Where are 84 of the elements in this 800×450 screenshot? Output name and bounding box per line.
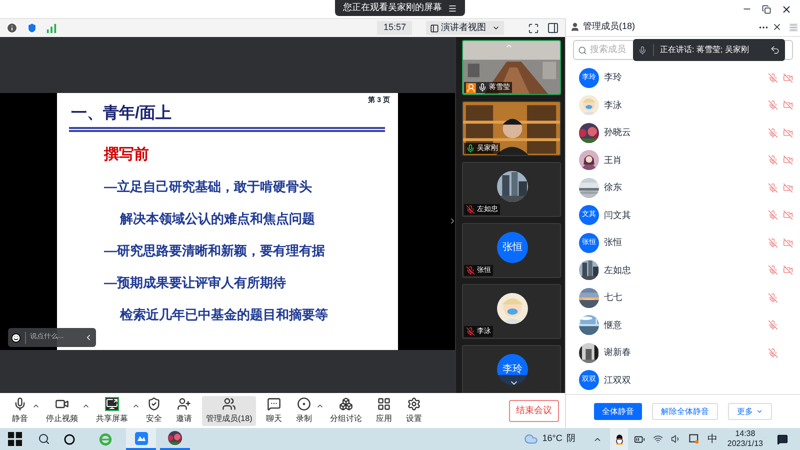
speaker-icon[interactable]	[671, 434, 682, 444]
close-icon[interactable]	[781, 4, 792, 14]
member-name[interactable]: 张恒	[604, 236, 622, 250]
toolbar-button[interactable]: 邀请	[172, 396, 196, 426]
restore-icon[interactable]	[762, 4, 771, 14]
clock[interactable]: 14:38 2023/1/13	[727, 429, 763, 449]
member-name[interactable]: 七七	[604, 291, 622, 304]
slide-heading: 撰写前	[104, 145, 150, 164]
search-icon	[578, 46, 587, 54]
panel-title: 管理成员(18)	[583, 20, 636, 34]
info-icon[interactable]	[6, 22, 18, 34]
mic-icon	[638, 46, 647, 54]
avatar: 张恒	[497, 232, 528, 263]
member-name[interactable]: 谢新春	[604, 346, 631, 360]
toolbar-button[interactable]: 管理成员(18)	[202, 396, 256, 426]
member-name[interactable]: 闫文其	[604, 208, 631, 222]
layout-icon	[430, 24, 439, 32]
slide-text: 解决本领域公认的难点和焦点问题	[120, 210, 316, 228]
slide-text: 检索近几年已中基金的题目和摘要等	[120, 306, 328, 324]
panel-button[interactable]: 全体静音	[594, 403, 642, 420]
meeting-app-icon[interactable]	[134, 432, 148, 444]
chat-icon	[267, 396, 282, 410]
toolbar-button[interactable]: 共享屏幕	[92, 396, 132, 426]
search-field[interactable]: 搜索成员 正在讲话: 蒋雪莹; 吴家刚	[573, 40, 793, 60]
camera-tray-icon[interactable]	[689, 434, 700, 444]
member-name[interactable]: 徐东	[604, 181, 622, 194]
shield-icon[interactable]	[26, 22, 38, 34]
blocks-icon	[339, 396, 354, 410]
fullscreen-icon[interactable]	[528, 22, 539, 34]
wifi-icon[interactable]	[653, 434, 664, 444]
slide-text: —研究思路要清晰和新颖，要有理有据	[104, 242, 326, 260]
toolbar-button[interactable]: 分组讨论	[326, 396, 366, 426]
end-meeting-button[interactable]: 结束会议	[509, 400, 559, 422]
banner-text: 您正在观看吴家刚的屏幕	[343, 1, 442, 14]
toolbar-button[interactable]: 停止视频	[42, 396, 82, 426]
member-name[interactable]: 李玲	[604, 71, 622, 84]
return-arrow-icon[interactable]	[770, 45, 780, 55]
circle-icon[interactable]	[64, 434, 75, 444]
collapse-icon[interactable]	[84, 333, 93, 342]
caret-icon	[492, 24, 500, 32]
search-icon[interactable]	[38, 433, 50, 445]
temperature: 16°C	[542, 432, 562, 446]
member-name[interactable]: 李泳	[604, 98, 622, 112]
member-name[interactable]: 王肖	[604, 154, 622, 167]
person-icon	[570, 22, 580, 32]
side-panel-icon[interactable]	[547, 22, 559, 34]
speaking-text: 正在讲话: 蒋雪莹; 吴家刚	[660, 44, 749, 56]
slide-title: 一、青年/面上	[71, 104, 172, 124]
member-name[interactable]: 江双双	[604, 374, 631, 387]
toolbar-button[interactable]: 安全	[142, 396, 166, 426]
toolbar-button[interactable]: 设置	[402, 396, 426, 426]
member-name[interactable]: 孙晓云	[604, 126, 631, 140]
penguin-icon[interactable]	[614, 434, 624, 444]
member-name[interactable]: 惬意	[604, 318, 622, 332]
slide-text: —立足自己研究基础，敢于啃硬骨头	[104, 178, 313, 196]
panel-button[interactable]: 解除全体静音	[652, 403, 718, 420]
shield-icon	[147, 396, 161, 410]
cloud-icon	[524, 432, 538, 446]
view-dropdown[interactable]: 演讲者视图	[426, 21, 504, 35]
close-icon[interactable]	[772, 22, 782, 32]
add-user-icon	[177, 396, 191, 410]
battery-icon[interactable]	[634, 434, 646, 444]
windows-start-icon[interactable]	[8, 432, 22, 446]
toolbar-button[interactable]: 静音	[8, 396, 32, 426]
menu-icon[interactable]	[448, 4, 457, 12]
toolbar-button[interactable]: 应用	[372, 396, 396, 426]
search-input[interactable]: 搜索成员	[590, 43, 640, 57]
meeting-timer: 15:57	[377, 21, 412, 35]
screen-share-icon	[105, 396, 119, 410]
weather-text: 阴	[566, 432, 576, 446]
toolbar-button[interactable]: 录制	[292, 396, 316, 426]
notification-icon[interactable]	[777, 434, 788, 444]
people-icon	[222, 396, 236, 410]
record-icon	[297, 396, 312, 410]
signal-icon[interactable]	[46, 22, 57, 34]
emoji-icon[interactable]	[11, 332, 21, 342]
input-method[interactable]: 中	[707, 432, 718, 446]
slide-text: —预期成果要让评审人有所期待	[104, 274, 287, 292]
settings-icon	[407, 396, 422, 410]
mic-icon	[13, 396, 27, 410]
member-name[interactable]: 左如忠	[604, 264, 631, 277]
panel-button[interactable]: 更多	[728, 403, 772, 420]
grid-icon	[377, 396, 392, 410]
toolbar-button[interactable]: 聊天	[262, 396, 286, 426]
